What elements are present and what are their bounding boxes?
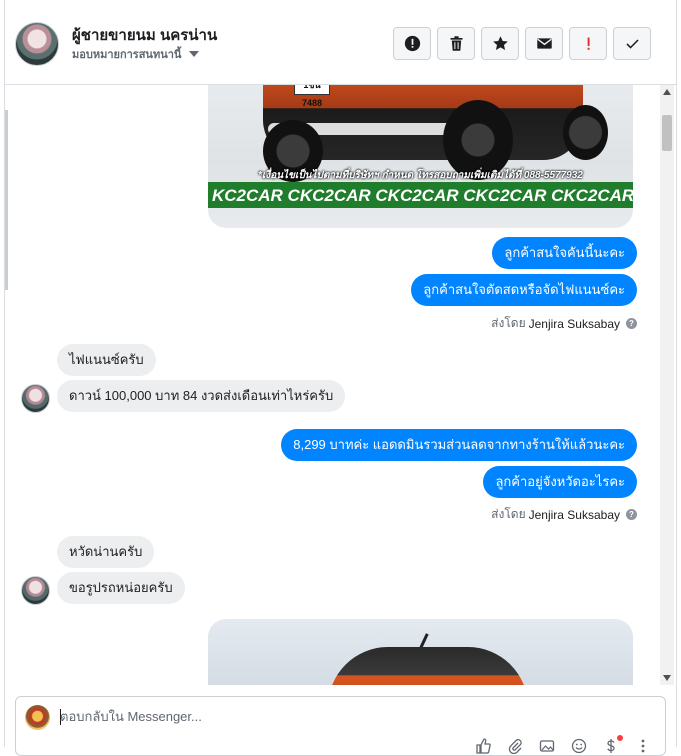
image-icon[interactable] — [538, 737, 556, 755]
incoming-message[interactable]: หวัดน่านครับ — [57, 536, 155, 568]
contact-avatar[interactable] — [15, 22, 59, 66]
photo-caption: *เงื่อนไขเป็นไปตามที่บริษัทฯ กำหนด โทรสอ… — [258, 170, 583, 181]
watermark-banner: KC2CAR CKC2CAR CKC2CAR CKC2CAR CKC2CAR C… — [208, 182, 633, 208]
exclamation-icon — [587, 37, 590, 50]
sent-by-label: ส่งโดย Jenjira Suksabay ? — [491, 314, 637, 333]
assign-label: มอบหมายการสนทนานี้ — [72, 49, 182, 61]
sent-by-prefix: ส่งโดย — [491, 507, 526, 521]
outgoing-message[interactable]: 8,299 บาทค่ะ แอดดมินรวมส่วนลดจากทางร้านใ… — [281, 429, 637, 461]
outgoing-message[interactable]: ลูกค้าอยู่จังหวัดอะไรคะ — [483, 466, 637, 498]
sender-name[interactable]: Jenjira Suksabay — [529, 317, 620, 331]
conversation-header: ผู้ชายขายนม นครน่าน มอบหมายการสนทนานี้ — [5, 0, 676, 85]
incoming-message[interactable]: ไฟแนนซ์ครับ — [57, 344, 156, 376]
scrollbar-thumb[interactable] — [662, 115, 672, 151]
car-illustration — [328, 647, 528, 685]
outgoing-message[interactable]: ลูกค้าสนใจตัดสดหรือจัดไฟแนนซ์คะ — [411, 274, 637, 306]
incoming-message[interactable]: ขอรูปรถหน่อยครับ — [57, 572, 185, 604]
car-photo-message[interactable] — [208, 619, 633, 685]
car-photo-message[interactable]: 1ขน 7488 *เงื่อนไขเป็นไปตามที่บริษัทฯ กำ… — [208, 85, 633, 228]
incoming-message[interactable]: ดาวน์ 100,000 บาท 84 งวดส่งเดือนเท่าไหร่… — [57, 380, 346, 412]
scroll-up-arrow-icon[interactable] — [663, 89, 671, 95]
contact-name[interactable]: ผู้ชายขายนม นครน่าน — [72, 23, 217, 47]
star-icon — [492, 36, 508, 51]
car-wheel — [563, 105, 608, 160]
check-icon — [625, 39, 639, 49]
envelope-icon — [536, 38, 552, 49]
reply-composer — [15, 696, 666, 756]
chevron-down-icon — [189, 51, 200, 57]
notification-dot — [617, 735, 623, 741]
flag-button[interactable] — [569, 27, 607, 60]
message-list[interactable]: 1ขน 7488 *เงื่อนไขเป็นไปตามที่บริษัทฯ กำ… — [5, 85, 676, 685]
scroll-down-arrow-icon[interactable] — [663, 675, 671, 681]
help-icon[interactable]: ? — [626, 509, 637, 520]
mark-spam-button[interactable] — [393, 27, 431, 60]
conversation-panel: ผู้ชายขายนม นครน่าน มอบหมายการสนทนานี้ 1… — [4, 0, 677, 756]
delete-button[interactable] — [437, 27, 475, 60]
star-button[interactable] — [481, 27, 519, 60]
payment-icon[interactable] — [602, 735, 623, 755]
contact-avatar-small[interactable] — [21, 576, 50, 605]
mark-unread-button[interactable] — [525, 27, 563, 60]
emoji-icon[interactable] — [570, 737, 588, 755]
assign-conversation-dropdown[interactable]: มอบหมายการสนทนานี้ — [72, 45, 200, 63]
outgoing-message[interactable]: ลูกค้าสนใจคันนี้นะคะ — [492, 237, 637, 269]
page-avatar — [25, 705, 50, 730]
reply-input[interactable] — [60, 709, 620, 724]
alert-circle-icon — [404, 35, 420, 52]
header-actions — [393, 27, 651, 60]
trash-icon — [450, 36, 462, 51]
license-plate: 1ขน 7488 — [294, 85, 330, 108]
sent-by-label: ส่งโดย Jenjira Suksabay ? — [491, 505, 637, 524]
help-icon[interactable]: ? — [626, 318, 637, 329]
message-scrollbar[interactable] — [660, 85, 674, 685]
sender-name[interactable]: Jenjira Suksabay — [529, 508, 620, 522]
attachment-icon[interactable] — [506, 737, 524, 755]
like-icon[interactable] — [474, 737, 492, 755]
composer-tools — [474, 735, 652, 755]
contact-avatar-small[interactable] — [21, 384, 50, 413]
more-options-icon[interactable] — [634, 737, 652, 755]
sent-by-prefix: ส่งโดย — [491, 316, 526, 330]
mark-done-button[interactable] — [613, 27, 651, 60]
